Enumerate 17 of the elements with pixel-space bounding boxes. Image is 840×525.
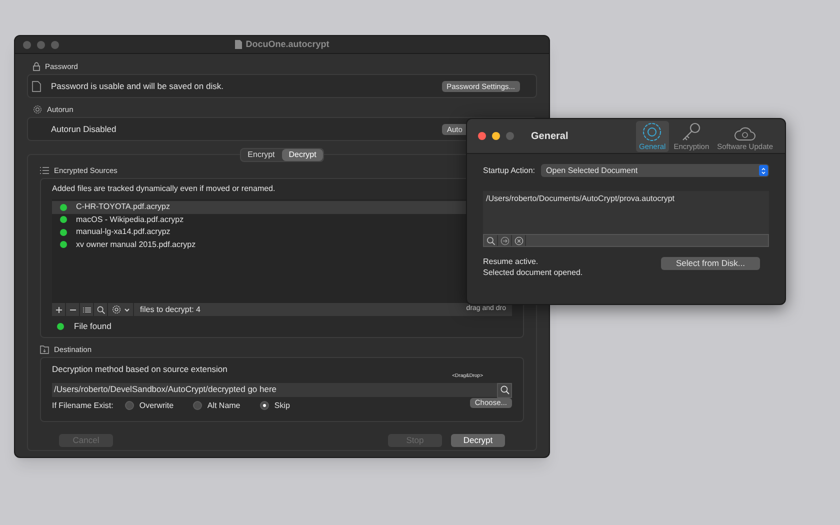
- file-name: C-HR-TOYOTA.pdf.acrypz: [76, 201, 170, 214]
- document-path-box: /Users/roberto/Documents/AutoCrypt/prova.autocrypt: [483, 191, 769, 234]
- file-name: manual-lg-xa14.pdf.acrypz: [76, 226, 170, 238]
- window-title: General: [531, 130, 570, 144]
- file-count: files to decrypt: 4: [140, 304, 200, 316]
- status-line: Resume active.: [483, 256, 540, 267]
- exists-label: If Filename Exist:: [52, 400, 114, 412]
- autorun-message: Autorun Disabled: [51, 122, 116, 136]
- password-message: Password is usable and will be saved on disk.: [51, 80, 224, 92]
- startup-label: Startup Action:: [483, 164, 536, 176]
- status-text: File found: [74, 320, 112, 332]
- file-name: macOS - Wikipedia.pdf.acrypz: [76, 214, 184, 226]
- window-title: DocuOne.autocrypt: [246, 38, 330, 51]
- info-text: Added files are tracked dynamically even if moved or renamed.: [52, 183, 276, 195]
- method-text: Decryption method based on source extension: [52, 363, 228, 376]
- file-name: xv owner manual 2015.pdf.acrypz: [76, 238, 196, 251]
- status-line: Selected document opened.: [483, 267, 584, 278]
